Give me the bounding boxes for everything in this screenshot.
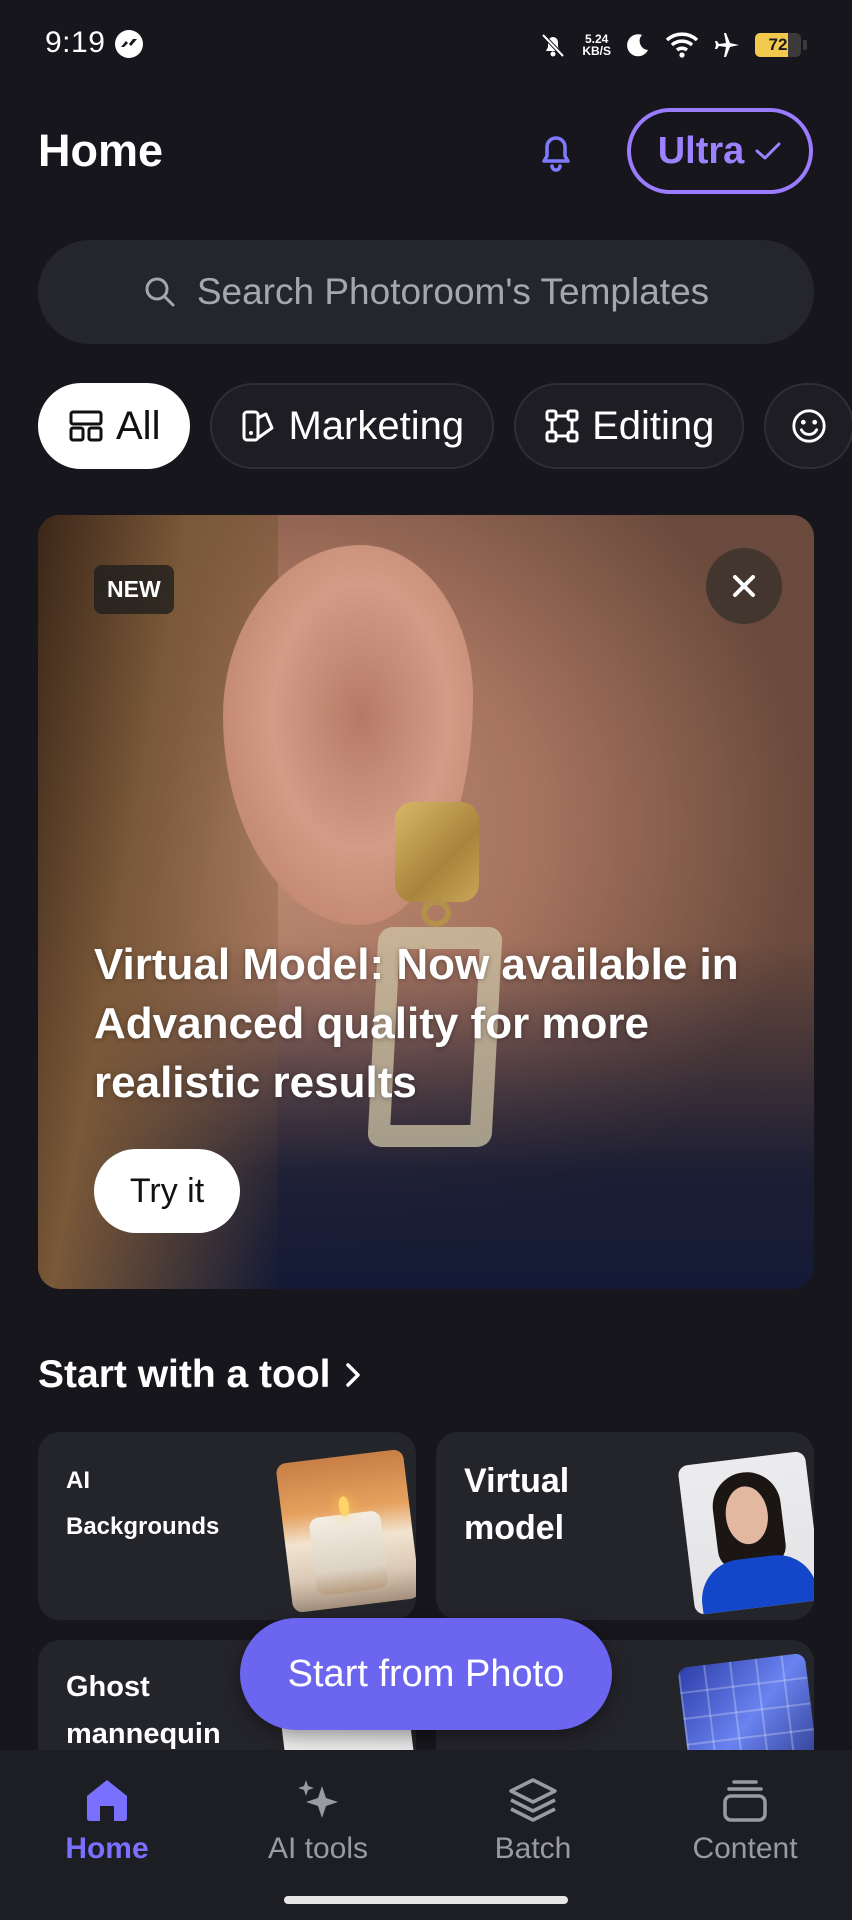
try-it-button[interactable]: Try it — [94, 1149, 240, 1233]
model-shirt — [697, 1550, 814, 1616]
search-icon — [145, 277, 175, 307]
ultra-label: Ultra — [657, 129, 745, 172]
tool-label: Ghost mannequin — [66, 1664, 221, 1758]
net-speed-unit: KB/S — [582, 44, 611, 58]
home-screen: 9:19 5.24 KB/S 72 Home Ultra Search Phot… — [0, 0, 852, 1920]
wifi-icon — [665, 32, 699, 58]
swatch-icon — [242, 410, 274, 442]
home-icon — [87, 1780, 127, 1821]
template-search[interactable]: Search Photoroom's Templates — [38, 240, 814, 344]
battery-tip — [803, 40, 807, 50]
nav-item-content[interactable]: Content — [645, 1774, 845, 1866]
banner-image-earring-link — [421, 899, 451, 927]
tool-thumbnail-candle — [275, 1448, 416, 1614]
tools-section-title[interactable]: Start with a tool — [38, 1353, 363, 1397]
smiley-icon — [792, 409, 827, 443]
chip-label: Marketing — [288, 403, 465, 448]
search-placeholder: Search Photoroom's Templates — [196, 271, 710, 312]
tool-label: AI Backgrounds — [66, 1458, 219, 1550]
grid-icon — [69, 410, 103, 442]
tool-thumbnail-model — [677, 1450, 814, 1616]
nav-label: Content — [692, 1832, 798, 1865]
category-chips: All Marketing Editing — [38, 383, 852, 469]
sparkles-icon — [298, 1780, 338, 1818]
tools-section-label: Start with a tool — [38, 1353, 331, 1396]
nav-label: AI tools — [267, 1832, 369, 1865]
nav-item-ai-tools[interactable]: AI tools — [218, 1774, 418, 1866]
ultra-button[interactable]: Ultra — [627, 108, 813, 194]
check-icon — [755, 142, 781, 160]
nav-label: Home — [65, 1832, 149, 1865]
banner-image-earring — [395, 802, 479, 902]
tool-label-line1: Ghost — [66, 1671, 150, 1703]
tool-label-line2: Backgrounds — [66, 1513, 220, 1540]
status-time: 9:19 — [45, 26, 106, 59]
chip-all[interactable]: All — [38, 383, 191, 469]
tool-label-line1: Virtual — [464, 1462, 570, 1500]
bottom-nav: Home AI tools Batch Content — [0, 1750, 852, 1920]
battery-level: 72 — [768, 35, 788, 54]
net-speed: 5.24 KB/S — [582, 33, 611, 57]
chip-label: All — [116, 403, 161, 448]
chip-editing[interactable]: Editing — [514, 383, 745, 469]
status-icons: 5.24 KB/S 72 — [538, 28, 807, 62]
stack-icon — [723, 1780, 767, 1822]
chip-marketing[interactable]: Marketing — [210, 383, 495, 469]
close-banner-button[interactable] — [706, 548, 782, 624]
promo-banner[interactable]: NEW Virtual Model: Now available in Adva… — [38, 515, 814, 1289]
nav-label: Batch — [494, 1832, 572, 1865]
page-title: Home — [38, 125, 164, 176]
layers-icon — [509, 1778, 557, 1822]
moon-icon — [627, 34, 648, 57]
nav-item-batch[interactable]: Batch — [433, 1774, 633, 1866]
tool-card-ai-backgrounds[interactable]: AI Backgrounds — [38, 1432, 416, 1620]
messenger-icon — [115, 30, 143, 58]
nav-item-home[interactable]: Home — [7, 1774, 207, 1866]
banner-headline: Virtual Model: Now available in Advanced… — [94, 940, 739, 1107]
chip-emoji[interactable] — [764, 383, 852, 469]
bell-off-icon — [541, 33, 565, 58]
start-from-photo-button[interactable]: Start from Photo — [240, 1618, 612, 1730]
candle-body — [308, 1509, 390, 1597]
battery-indicator: 72 — [755, 33, 801, 57]
tool-label-line2: model — [464, 1509, 565, 1547]
status-bar: 9:19 5.24 KB/S 72 — [0, 0, 852, 90]
home-indicator[interactable] — [284, 1896, 568, 1904]
crop-icon — [545, 409, 579, 443]
chip-label: Editing — [592, 403, 715, 448]
tool-card-virtual-model[interactable]: Virtual model — [436, 1432, 814, 1620]
new-badge: NEW — [94, 565, 174, 614]
close-icon — [733, 575, 755, 597]
tool-label-line1: AI — [66, 1467, 90, 1494]
bell-icon[interactable] — [532, 128, 580, 176]
airplane-icon — [715, 33, 739, 57]
chevron-right-icon — [345, 1363, 360, 1387]
tool-label: Virtual model — [464, 1458, 569, 1552]
